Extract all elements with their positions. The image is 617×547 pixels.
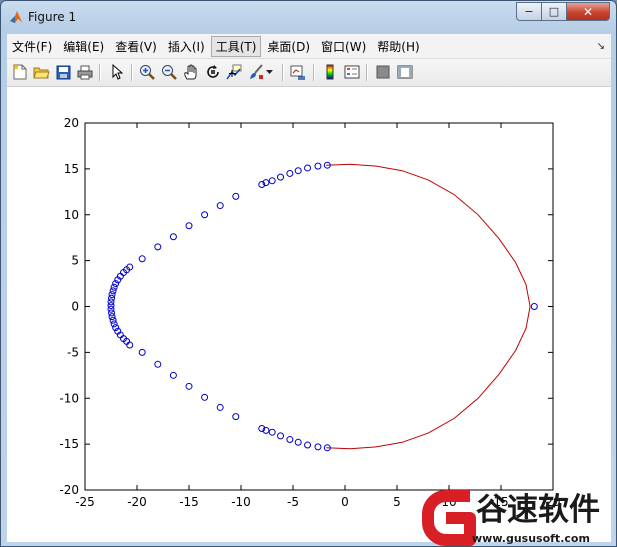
watermark-brand: 谷速软件 bbox=[476, 492, 600, 528]
watermark-logo: 谷速软件 www.gususoft.com bbox=[422, 490, 600, 546]
watermark-url: www.gususoft.com bbox=[472, 532, 590, 545]
gususoft-logo-icon bbox=[422, 490, 476, 546]
